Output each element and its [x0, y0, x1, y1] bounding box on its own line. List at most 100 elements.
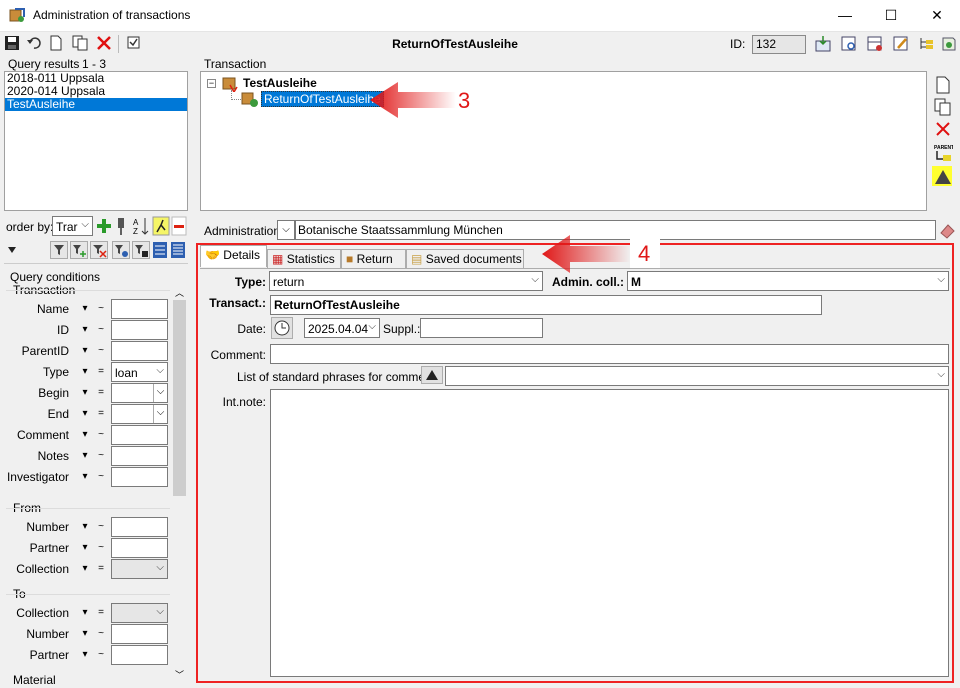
operator-dropdown-icon[interactable]: ▾ [79, 468, 91, 486]
collapse-arrow-icon[interactable] [6, 243, 18, 257]
query-text-field[interactable] [111, 299, 168, 319]
tree-child-node-selected[interactable]: ReturnOfTestAusleihe [261, 91, 384, 107]
operator-dropdown-icon[interactable]: ▾ [79, 646, 91, 664]
tab-details[interactable]: 🤝 Details [200, 245, 267, 267]
operator-dropdown-icon[interactable]: ▾ [79, 363, 91, 381]
operator-dropdown-icon[interactable]: ▾ [79, 405, 91, 423]
operator-label[interactable]: = [95, 560, 107, 578]
search-list-icon[interactable] [840, 35, 858, 53]
save-icon[interactable] [4, 35, 20, 51]
run-query-icon[interactable] [152, 216, 170, 236]
administration-dropdown-button[interactable]: ⌵ [277, 220, 295, 240]
chevron-down-icon[interactable]: ⌵ [153, 384, 167, 402]
operator-label[interactable]: ~ [95, 646, 107, 664]
delete-icon[interactable] [933, 119, 953, 139]
phrases-select[interactable]: ⌵ [445, 366, 949, 386]
operator-dropdown-icon[interactable]: ▾ [79, 342, 91, 360]
query-text-field[interactable] [111, 624, 168, 644]
operator-dropdown-icon[interactable]: ▾ [79, 518, 91, 536]
filter-add-icon[interactable] [70, 241, 88, 259]
operator-dropdown-icon[interactable]: ▾ [79, 604, 91, 622]
query-date-field[interactable]: ⌵ [111, 404, 168, 424]
query-results-list[interactable]: 2018-011 Uppsala 2020-014 Uppsala TestAu… [4, 71, 188, 211]
operator-dropdown-icon[interactable]: ▾ [79, 426, 91, 444]
query-text-field[interactable] [111, 425, 168, 445]
operator-dropdown-icon[interactable]: ▾ [79, 625, 91, 643]
tree-view-icon[interactable] [918, 35, 936, 53]
transact-field[interactable]: ReturnOfTestAusleihe [270, 295, 822, 315]
operator-label[interactable]: ~ [95, 518, 107, 536]
help-icon[interactable] [940, 35, 958, 53]
operator-dropdown-icon[interactable]: ▾ [79, 447, 91, 465]
query-combo-field[interactable]: ⌵ [111, 603, 168, 623]
collapse-node-icon[interactable]: − [207, 79, 216, 88]
query-text-field[interactable] [111, 446, 168, 466]
edit-notes-icon[interactable] [892, 35, 910, 53]
pin-icon[interactable] [114, 216, 128, 236]
copy-icon[interactable] [933, 97, 953, 117]
comment-field[interactable] [270, 344, 949, 364]
suppl-field[interactable] [420, 318, 543, 338]
new-document-icon[interactable] [933, 75, 953, 95]
operator-label[interactable]: = [95, 384, 107, 402]
operator-label[interactable]: ~ [95, 426, 107, 444]
query-date-field[interactable]: ⌵ [111, 383, 168, 403]
phrases-insert-button[interactable] [421, 366, 443, 384]
close-button[interactable]: ✕ [914, 0, 960, 30]
query-text-field[interactable] [111, 645, 168, 665]
maximize-button[interactable]: ☐ [868, 0, 914, 30]
query-conditions-scrollbar[interactable]: ︿ ﹀ [171, 284, 188, 684]
filter-remove-icon[interactable] [90, 241, 108, 259]
remove-icon[interactable] [171, 216, 187, 236]
add-icon[interactable] [96, 217, 112, 235]
date-picker[interactable]: 2025.04.04 ⌵ [304, 318, 380, 338]
calendar-button[interactable] [271, 317, 293, 339]
scrollbar-thumb[interactable] [173, 300, 186, 496]
operator-label[interactable]: = [95, 405, 107, 423]
chevron-down-icon[interactable]: ⌵ [153, 405, 167, 423]
operator-label[interactable]: ~ [95, 300, 107, 318]
operator-dropdown-icon[interactable]: ▾ [79, 560, 91, 578]
operator-dropdown-icon[interactable]: ▾ [79, 321, 91, 339]
intnote-field[interactable] [270, 389, 949, 677]
copy-icon[interactable] [72, 35, 88, 51]
operator-label[interactable]: ~ [95, 447, 107, 465]
filter-icon[interactable] [50, 241, 68, 259]
operator-label[interactable]: ~ [95, 321, 107, 339]
transaction-tree[interactable]: − TestAusleihe ReturnOfTestAusleihe [200, 71, 927, 211]
tab-statistics[interactable]: ▦ Statistics [267, 249, 341, 269]
list-item-selected[interactable]: TestAusleihe [5, 98, 187, 111]
operator-label[interactable]: ~ [95, 539, 107, 557]
scroll-up-icon[interactable]: ︿ [175, 286, 184, 299]
operator-label[interactable]: = [95, 363, 107, 381]
scroll-down-icon[interactable]: ﹀ [175, 668, 184, 681]
operator-label[interactable]: ~ [95, 342, 107, 360]
tab-return[interactable]: ■ Return [341, 249, 406, 269]
query-combo-field[interactable]: loan ⌵ [111, 362, 168, 382]
undo-icon[interactable] [26, 35, 42, 51]
new-document-icon[interactable] [48, 35, 64, 51]
checkbox-icon[interactable] [126, 35, 142, 51]
operator-label[interactable]: = [95, 604, 107, 622]
list-view-icon[interactable] [152, 241, 168, 259]
sort-az-icon[interactable]: AZ [132, 216, 150, 236]
delete-icon[interactable] [96, 35, 112, 51]
query-combo-field[interactable]: ⌵ [111, 559, 168, 579]
operator-dropdown-icon[interactable]: ▾ [79, 384, 91, 402]
operator-label[interactable]: ~ [95, 625, 107, 643]
export-icon[interactable] [814, 35, 832, 53]
set-parent-icon[interactable]: PARENT [933, 143, 953, 163]
query-text-field[interactable] [111, 517, 168, 537]
query-text-field[interactable] [111, 320, 168, 340]
operator-dropdown-icon[interactable]: ▾ [79, 539, 91, 557]
eraser-icon[interactable] [938, 221, 956, 239]
type-select[interactable]: return ⌵ [269, 271, 543, 291]
query-text-field[interactable] [111, 538, 168, 558]
table-settings-icon[interactable] [866, 35, 884, 53]
order-by-select[interactable]: Trar ⌵ [52, 216, 93, 236]
query-text-field[interactable] [111, 341, 168, 361]
minimize-button[interactable]: — [822, 0, 868, 30]
tab-saved-documents[interactable]: ▤ Saved documents [406, 249, 524, 269]
query-text-field[interactable] [111, 467, 168, 487]
warning-icon[interactable] [932, 166, 952, 186]
